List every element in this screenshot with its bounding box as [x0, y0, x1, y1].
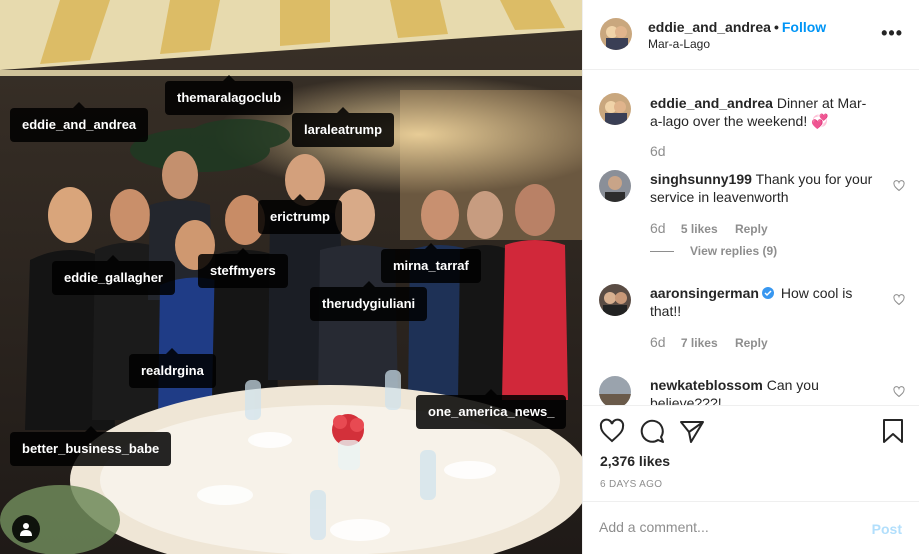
- avatar[interactable]: [599, 93, 631, 125]
- comment-text: singhsunny199 Thank you for your service…: [650, 170, 875, 206]
- comment-text: newkateblossom Can you believe???!: [650, 376, 875, 405]
- avatar[interactable]: [599, 284, 631, 316]
- photo-tag[interactable]: steffmyers: [198, 248, 288, 288]
- comment-meta: 6d: [650, 143, 678, 159]
- heart-icon[interactable]: [599, 418, 625, 444]
- photo-tag[interactable]: mirna_tarraf: [381, 243, 481, 283]
- photo-tag[interactable]: eddie_gallagher: [52, 255, 175, 295]
- post-actions: 2,376 likes 6 DAYS AGO: [583, 405, 919, 501]
- photo-tag[interactable]: erictrump: [258, 194, 342, 234]
- heart-icon[interactable]: [893, 180, 905, 192]
- follow-button[interactable]: Follow: [782, 19, 826, 35]
- comment-likes[interactable]: 5 likes: [681, 222, 718, 236]
- comment-username[interactable]: singhsunny199: [650, 171, 752, 187]
- photo-tag[interactable]: therudygiuliani: [310, 281, 428, 321]
- separator-dot: •: [773, 19, 779, 35]
- comment-username[interactable]: eddie_and_andrea: [650, 95, 773, 111]
- heart-icon[interactable]: [893, 294, 905, 306]
- author-avatar[interactable]: [600, 18, 632, 50]
- comment-age[interactable]: 6d: [650, 143, 666, 159]
- reply-button[interactable]: Reply: [735, 222, 768, 236]
- photo-tag[interactable]: laraleatrump: [292, 107, 395, 147]
- author-line: eddie_and_andrea • Follow: [648, 18, 826, 36]
- comment-age[interactable]: 6d: [650, 220, 666, 236]
- photo-tag[interactable]: better_business_babe: [10, 426, 172, 466]
- photo-tag[interactable]: eddie_and_andrea: [10, 102, 149, 142]
- photo-tag[interactable]: one_america_news_: [416, 389, 567, 429]
- comment-meta: 6d 5 likes Reply: [650, 220, 782, 236]
- comment-age[interactable]: 6d: [650, 334, 666, 350]
- user-tag-icon: [20, 523, 32, 536]
- add-comment-bar: Post: [583, 501, 919, 554]
- view-replies-label: View replies (9): [690, 244, 778, 258]
- share-icon[interactable]: [679, 418, 705, 444]
- author-username[interactable]: eddie_and_andrea: [648, 19, 771, 35]
- heart-icon[interactable]: [893, 386, 905, 398]
- comment-username[interactable]: newkateblossom: [650, 377, 763, 393]
- post-header: eddie_and_andrea • Follow Mar-a-Lago •••: [583, 0, 919, 70]
- comment-text: aaronsingerman How cool is that!!: [650, 284, 875, 320]
- comment-username[interactable]: aaronsingerman: [650, 285, 759, 301]
- verified-icon: [761, 287, 774, 299]
- comment-input[interactable]: [599, 519, 849, 535]
- photo-tag[interactable]: themaralagoclub: [165, 75, 294, 115]
- reply-button[interactable]: Reply: [735, 336, 768, 350]
- replies-divider: [650, 251, 674, 253]
- comment-icon[interactable]: [639, 418, 665, 444]
- caption-text: eddie_and_andrea Dinner at Mar-a-lago ov…: [650, 94, 875, 130]
- comments-list[interactable]: eddie_and_andrea Dinner at Mar-a-lago ov…: [583, 71, 919, 405]
- view-replies-button[interactable]: View replies (9): [650, 244, 777, 258]
- photo-tag[interactable]: realdrgina: [129, 348, 216, 388]
- user-tag-button[interactable]: [12, 515, 40, 543]
- avatar[interactable]: [599, 170, 631, 202]
- likes-count[interactable]: 2,376 likes: [600, 453, 670, 469]
- comment-meta: 6d 7 likes Reply: [650, 334, 782, 350]
- post-location[interactable]: Mar-a-Lago: [648, 36, 710, 52]
- post-date[interactable]: 6 DAYS AGO: [600, 479, 662, 490]
- comment-likes[interactable]: 7 likes: [681, 336, 718, 350]
- avatar[interactable]: [599, 376, 631, 405]
- post-photo[interactable]: eddie_and_andrea themaralagoclub laralea…: [0, 0, 582, 554]
- post-sidebar: eddie_and_andrea • Follow Mar-a-Lago ••• e…: [582, 0, 919, 554]
- bookmark-icon[interactable]: [880, 418, 906, 444]
- post-comment-button[interactable]: Post: [872, 521, 902, 537]
- more-options-button[interactable]: •••: [881, 24, 903, 42]
